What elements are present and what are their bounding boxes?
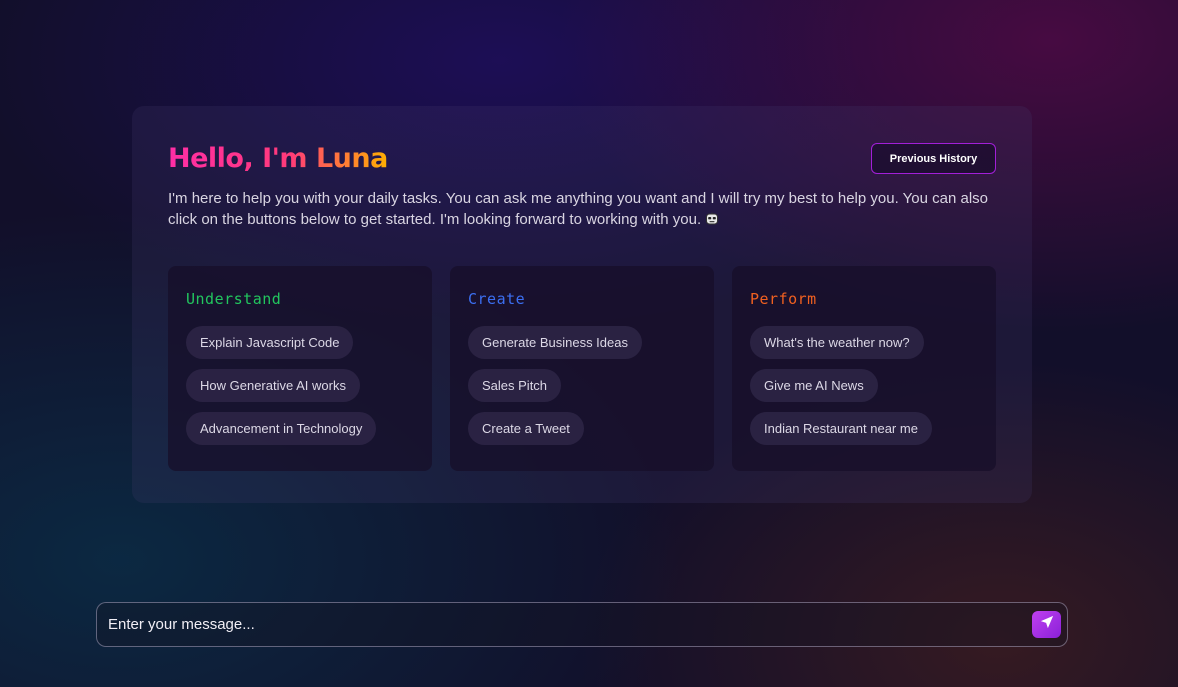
prompt-chip[interactable]: Advancement in Technology: [186, 412, 377, 445]
prompt-chip[interactable]: Sales Pitch: [468, 369, 562, 402]
prompt-chip[interactable]: Generate Business Ideas: [468, 326, 642, 359]
previous-history-button[interactable]: Previous History: [871, 143, 996, 174]
card-title-create: Create: [468, 290, 526, 308]
robot-face-icon: [705, 211, 719, 232]
card-perform: Perform What's the weather now? Give me …: [732, 266, 996, 471]
panel-header: Hello, I'm Luna Previous History: [168, 142, 996, 176]
suggestion-cards: Understand Explain Javascript Code How G…: [168, 266, 996, 471]
page-title: Hello, I'm Luna: [168, 143, 388, 174]
card-create: Create Generate Business Ideas Sales Pit…: [450, 266, 714, 471]
card-title-understand: Understand: [186, 290, 282, 308]
prompt-chip[interactable]: What's the weather now?: [750, 326, 924, 359]
message-composer: [96, 602, 1068, 647]
send-icon: [1040, 615, 1054, 634]
card-understand: Understand Explain Javascript Code How G…: [168, 266, 432, 471]
intro-text-body: I'm here to help you with your daily tas…: [168, 190, 988, 228]
welcome-panel: Hello, I'm Luna Previous History I'm her…: [132, 106, 1032, 503]
prompt-chip[interactable]: Give me AI News: [750, 369, 878, 402]
prompt-chip[interactable]: Explain Javascript Code: [186, 326, 354, 359]
send-button[interactable]: [1032, 611, 1061, 638]
prompt-chip[interactable]: Indian Restaurant near me: [750, 412, 932, 445]
card-title-perform: Perform: [750, 290, 817, 308]
message-input[interactable]: [108, 616, 1032, 633]
prompt-chip[interactable]: Create a Tweet: [468, 412, 584, 445]
prompt-chip[interactable]: How Generative AI works: [186, 369, 360, 402]
intro-text: I'm here to help you with your daily tas…: [168, 188, 998, 232]
